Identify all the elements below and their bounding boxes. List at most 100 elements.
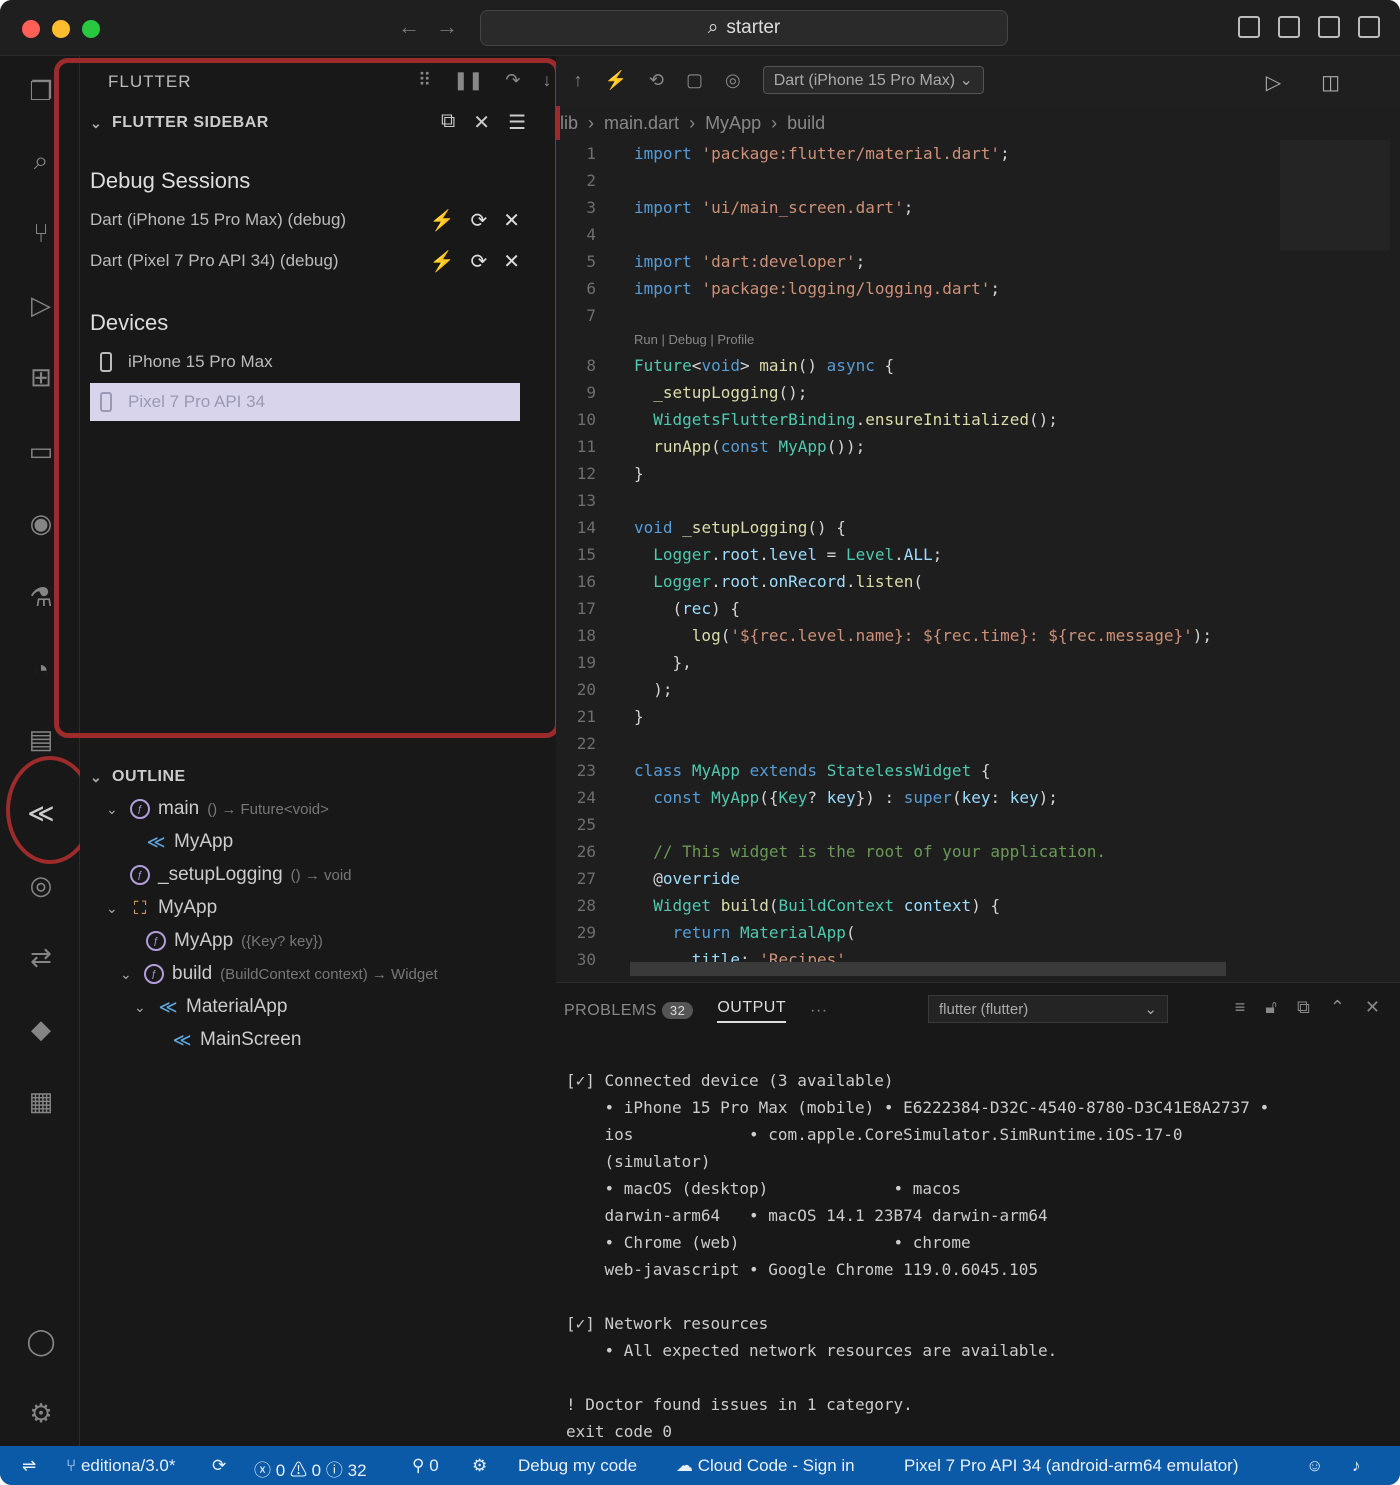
toggle-secondary-sidebar-icon[interactable]	[1318, 16, 1340, 38]
dart-devtools-icon[interactable]: ◆	[24, 1012, 58, 1046]
flutter-sidebar-highlight	[54, 58, 560, 738]
minimap[interactable]	[1280, 140, 1390, 250]
remote-explorer-icon[interactable]: ▭	[24, 434, 58, 468]
close-panel-icon[interactable]: ✕	[1365, 997, 1380, 1018]
lock-icon[interactable]: 🔓︎	[1265, 997, 1277, 1018]
command-center-search[interactable]: ⌕ starter	[480, 10, 1008, 46]
outline-label: MainScreen	[200, 1029, 302, 1050]
outline-item[interactable]: ⌄ ≪ MaterialApp	[134, 996, 287, 1018]
outline-item[interactable]: ⌄ ƒ main () → Future<void>	[106, 798, 329, 820]
debug-my-code[interactable]: Debug my code	[518, 1456, 637, 1476]
search-icon[interactable]: ⌕	[24, 144, 58, 178]
layout-controls	[1238, 16, 1380, 38]
outline-detail: () → Future<void>	[207, 800, 329, 818]
outline-item[interactable]: ƒ _setupLogging () → void	[130, 864, 352, 886]
more-tabs-button[interactable]: ···	[810, 1002, 827, 1020]
grid-icon[interactable]: ▦	[24, 1084, 58, 1118]
stop-icon[interactable]: ▢	[686, 70, 703, 91]
notifications-bell-icon[interactable]: ♪	[1352, 1456, 1361, 1476]
copilot-icon[interactable]: ☺	[1306, 1456, 1323, 1476]
live-share-icon[interactable]: ⇄	[24, 940, 58, 974]
outline-item[interactable]: ⌄ ƒ build (BuildContext context) → Widge…	[120, 963, 438, 985]
drag-handle-icon[interactable]: ⠿	[418, 70, 431, 91]
extensions-icon[interactable]: ⊞	[24, 360, 58, 394]
restart-icon[interactable]: ⟲	[649, 70, 664, 91]
problems-count-badge: 32	[661, 1002, 694, 1019]
toggle-panel-icon[interactable]	[1278, 16, 1300, 38]
output-line: • All expected network resources are ava…	[566, 1341, 1058, 1360]
step-over-icon[interactable]: ↷	[505, 70, 520, 91]
tab-output[interactable]: OUTPUT	[717, 999, 787, 1023]
line-number: 12	[576, 464, 596, 483]
problems-status[interactable]: ⓧ 0 ⚠ 0 ⓘ 32	[254, 1456, 367, 1481]
outline-item[interactable]: ⌄ ⛶ MyApp	[106, 897, 217, 919]
breadcrumb-item[interactable]: build	[787, 113, 825, 134]
pause-icon[interactable]: ❚❚	[453, 70, 483, 91]
maximize-panel-icon[interactable]: ⌃	[1330, 997, 1345, 1018]
inspector-icon[interactable]: ◎	[725, 70, 741, 91]
outline-item[interactable]: ƒ MyApp ({Key? key})	[146, 930, 323, 952]
outline-label: build	[172, 963, 213, 984]
ports-count: 0	[429, 1456, 439, 1475]
error-icon: ⓧ	[254, 1461, 271, 1480]
docker-icon[interactable]: ◉	[24, 506, 58, 540]
breadcrumb-item[interactable]: lib	[560, 113, 578, 134]
sync-icon[interactable]: ⟳	[212, 1456, 226, 1476]
terminal-icon[interactable]: ▤	[24, 722, 58, 756]
tab-label: PROBLEMS	[564, 1002, 657, 1019]
output-line: • Chrome (web) • chrome	[566, 1233, 971, 1252]
line-number: 14	[576, 518, 596, 537]
ports-status[interactable]: ⚲ 0	[412, 1456, 439, 1476]
forward-arrow-icon[interactable]: →	[436, 14, 458, 40]
function-icon: ƒ	[130, 799, 150, 819]
gear-icon[interactable]: ⚙	[24, 1396, 58, 1430]
vscode-window: ← → ⌕ starter ❐ ⌕ ⑂ ▷ ⊞ ▭ ◉ ⚗ ◔ ▤ ≪ ◎ ⇄ …	[0, 0, 1400, 1485]
open-editor-icon[interactable]: ⧉	[1297, 997, 1310, 1018]
testing-icon[interactable]: ⚗	[24, 580, 58, 614]
line-number: 3	[586, 198, 596, 217]
search-icon: ⌕	[707, 17, 719, 38]
codelens[interactable]: Run | Debug | Profile	[634, 332, 754, 347]
back-arrow-icon[interactable]: ←	[398, 14, 420, 40]
device-status[interactable]: Pixel 7 Pro API 34 (android-arm64 emulat…	[904, 1456, 1239, 1476]
source-control-icon[interactable]: ⑂	[24, 216, 58, 250]
tab-problems[interactable]: PROBLEMS 32	[564, 1002, 694, 1020]
outline-section-header[interactable]: ⌄ OUTLINE	[90, 768, 186, 786]
line-number: 24	[576, 788, 596, 807]
output-channel-select[interactable]: flutter (flutter) ⌄	[928, 995, 1168, 1023]
clear-output-icon[interactable]: ≡	[1235, 997, 1246, 1018]
breadcrumb-item[interactable]: MyApp	[705, 113, 761, 134]
breadcrumb-item[interactable]: main.dart	[604, 113, 679, 134]
line-number: 1	[586, 144, 596, 163]
debug-status-icon[interactable]: ⚙	[472, 1456, 487, 1476]
run-debug-icon[interactable]: ▷	[24, 288, 58, 322]
debug-config-select[interactable]: Dart (iPhone 15 Pro Max) ⌄	[762, 66, 984, 94]
outline-label: MyApp	[158, 897, 218, 918]
split-editor-icon[interactable]: ◫	[1321, 70, 1340, 95]
zoom-window-button[interactable]	[82, 20, 100, 38]
class-icon: ⛶	[133, 897, 147, 918]
customize-layout-icon[interactable]	[1358, 16, 1380, 38]
horizontal-scrollbar[interactable]	[630, 962, 1226, 976]
remote-icon[interactable]: ⇌	[22, 1456, 36, 1476]
step-out-icon[interactable]: ↑	[573, 70, 582, 91]
error-count: 0	[275, 1461, 286, 1480]
record-icon[interactable]: ◎	[24, 868, 58, 902]
code-editor[interactable]: 1 import 'package:flutter/material.dart';…	[556, 140, 1400, 980]
panel-tabs: PROBLEMS 32 OUTPUT ···	[564, 999, 828, 1023]
run-icon[interactable]: ▷	[1266, 70, 1281, 95]
branch-status[interactable]: ⑂ editiona/3.0*	[66, 1456, 175, 1476]
cloud-code-status[interactable]: ☁ Cloud Code - Sign in	[676, 1456, 855, 1476]
hot-reload-icon[interactable]: ⚡	[604, 70, 626, 91]
step-into-icon[interactable]: ↓	[542, 70, 551, 91]
minimize-window-button[interactable]	[52, 20, 70, 38]
account-icon[interactable]: ◯	[24, 1324, 58, 1358]
close-window-button[interactable]	[22, 20, 40, 38]
timeline-icon[interactable]: ◔	[24, 652, 58, 686]
toggle-primary-sidebar-icon[interactable]	[1238, 16, 1260, 38]
output-content[interactable]: [✓] Connected device (3 available) • iPh…	[566, 1071, 1269, 1449]
outline-item[interactable]: ≪ MainScreen	[172, 1029, 302, 1051]
explorer-icon[interactable]: ❐	[24, 74, 58, 108]
outline-item[interactable]: ≪ MyApp	[146, 831, 234, 853]
